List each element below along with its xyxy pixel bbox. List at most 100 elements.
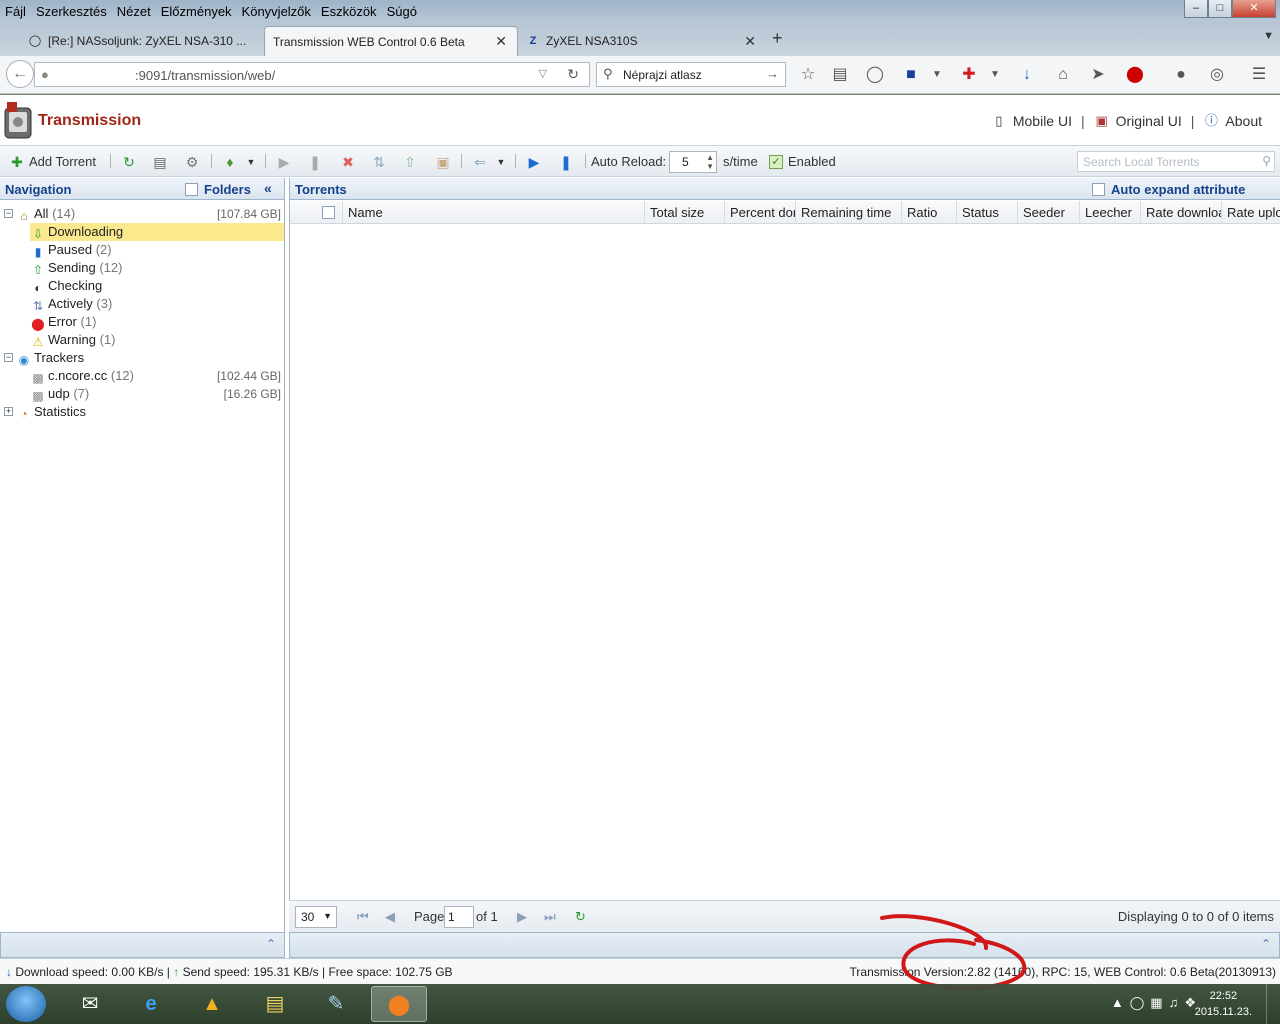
menu-bookmarks[interactable]: Könyvjelzők: [237, 4, 316, 19]
settings-gear-icon[interactable]: ⚙: [183, 153, 201, 171]
page-size-select[interactable]: 30 ▼: [295, 906, 337, 928]
tree-warning[interactable]: ⚠ Warning (1): [30, 331, 116, 349]
download-icon[interactable]: ↓: [1016, 64, 1038, 86]
plugins-icon[interactable]: ♦: [221, 153, 239, 171]
col-status[interactable]: Status: [957, 201, 1018, 224]
reannounce-icon[interactable]: ⇧: [401, 153, 419, 171]
menu-view[interactable]: Nézet: [112, 4, 156, 19]
recheck-icon[interactable]: ⇅: [370, 153, 388, 171]
expand-up-icon[interactable]: ⌃: [266, 937, 276, 951]
firefox-icon[interactable]: ⬤: [371, 986, 427, 1022]
tab-transmission[interactable]: Transmission WEB Control 0.6 Beta ✕: [264, 26, 518, 56]
col-remaining-time[interactable]: Remaining time: [796, 201, 902, 224]
menu-edit[interactable]: Szerkesztés: [31, 4, 112, 19]
reading-list-icon[interactable]: ▤: [829, 64, 851, 86]
tree-actively[interactable]: ⇅ Actively (3): [30, 295, 112, 313]
about-link[interactable]: About: [1225, 113, 1262, 129]
file-explorer-icon[interactable]: ▤: [247, 986, 303, 1022]
internet-explorer-icon[interactable]: e: [123, 986, 179, 1022]
addon-dropdown-icon[interactable]: ▼: [984, 64, 1006, 86]
tray-app-icon[interactable]: ◯: [1130, 995, 1151, 1010]
tree-all[interactable]: ⌂ All (14) [107.84 GB]: [16, 205, 284, 223]
plugins-dropdown-icon[interactable]: ▼: [242, 153, 260, 171]
history-dropdown-icon[interactable]: ▽: [539, 67, 547, 80]
enabled-checkbox[interactable]: ✓: [769, 155, 783, 169]
notes-app-icon[interactable]: ✎: [308, 986, 364, 1022]
col-rate-download[interactable]: Rate download: [1141, 201, 1222, 224]
tray-expand-icon[interactable]: ▲: [1111, 995, 1130, 1010]
speed-dropdown-icon[interactable]: ▼: [492, 153, 510, 171]
add-torrent-button[interactable]: Add Torrent: [29, 153, 96, 171]
close-window-button[interactable]: ✕: [1232, 0, 1276, 18]
original-ui-link[interactable]: Original UI: [1116, 113, 1182, 129]
adblock-icon[interactable]: ⬤: [1124, 64, 1146, 86]
tree-sending[interactable]: ⇧ Sending (12): [30, 259, 123, 277]
bookmark-star-icon[interactable]: ☆: [797, 64, 819, 86]
start-icon[interactable]: ▶: [275, 153, 293, 171]
back-button[interactable]: ←: [6, 60, 34, 88]
home-icon[interactable]: ⌂: [1052, 64, 1074, 86]
collapse-panel-icon[interactable]: «: [264, 180, 272, 196]
tab-zyxel[interactable]: Z ZyXEL NSA310S ✕: [518, 26, 766, 56]
reload-icon[interactable]: ↻: [567, 66, 579, 83]
prev-page-icon[interactable]: ◀: [385, 909, 395, 925]
col-rate-upload[interactable]: Rate upload: [1222, 201, 1280, 224]
maximize-button[interactable]: □: [1208, 0, 1232, 18]
speed-icon[interactable]: ⇐: [471, 153, 489, 171]
tab-list-chevron-icon[interactable]: ▼: [1263, 30, 1274, 42]
menu-file[interactable]: Fájl: [0, 4, 31, 19]
tree-tracker-ncore[interactable]: ▩ c.ncore.cc (12) [102.44 GB]: [30, 367, 284, 385]
start-all-icon[interactable]: ▶: [525, 153, 543, 171]
close-tab-icon[interactable]: ✕: [495, 33, 507, 50]
new-tab-icon[interactable]: +: [772, 28, 783, 49]
tree-tracker-udp[interactable]: ▩ udp (7) [16.26 GB]: [30, 385, 284, 403]
tree-downloading[interactable]: ⇩ Downloading: [30, 223, 284, 241]
site-info-icon[interactable]: ●: [41, 67, 49, 82]
hamburger-menu-icon[interactable]: ☰: [1248, 64, 1270, 86]
menu-tools[interactable]: Eszközök: [316, 4, 382, 19]
last-page-icon[interactable]: ⏭: [544, 909, 556, 925]
send-icon[interactable]: ➤: [1087, 64, 1109, 86]
refresh-icon[interactable]: ↻: [575, 909, 586, 925]
save-dropdown-icon[interactable]: ▼: [926, 64, 948, 86]
search-go-icon[interactable]: →: [766, 66, 779, 81]
menu-history[interactable]: Előzmények: [156, 4, 237, 19]
search-bar[interactable]: ⚲ Néprajzi atlasz →: [596, 62, 786, 87]
expand-up-icon[interactable]: ⌃: [1261, 937, 1271, 951]
first-aid-icon[interactable]: ✚: [958, 64, 980, 86]
trackers-toggle[interactable]: −: [4, 353, 13, 362]
first-page-icon[interactable]: ⏮: [357, 909, 369, 925]
refresh-icon[interactable]: ↻: [120, 153, 138, 171]
pause-icon[interactable]: ❚: [306, 153, 324, 171]
col-name[interactable]: Name: [343, 201, 645, 224]
tree-statistics[interactable]: ◔ Statistics: [16, 403, 86, 421]
tree-checking[interactable]: ◐ Checking: [30, 277, 102, 295]
tree-error[interactable]: ⬤ Error (1): [30, 313, 96, 331]
col-total-size[interactable]: Total size: [645, 201, 725, 224]
minimize-button[interactable]: –: [1184, 0, 1208, 18]
col-leecher[interactable]: Leecher: [1080, 201, 1141, 224]
close-tab-icon[interactable]: ✕: [744, 33, 756, 50]
chat-bubble-icon[interactable]: ●: [1170, 64, 1192, 86]
move-icon[interactable]: ▣: [434, 153, 452, 171]
network-icon[interactable]: ▦: [1150, 995, 1168, 1010]
tree-paused[interactable]: ▮ Paused (2): [30, 241, 112, 259]
volume-icon[interactable]: ♫: [1169, 995, 1185, 1010]
save-icon[interactable]: ■: [900, 64, 922, 86]
pause-all-icon[interactable]: ❚: [557, 153, 575, 171]
trash-icon[interactable]: ▤: [151, 153, 169, 171]
col-seeder[interactable]: Seeder: [1018, 201, 1080, 224]
search-local-input[interactable]: Search Local Torrents ⚲: [1077, 151, 1275, 172]
next-page-icon[interactable]: ▶: [517, 909, 527, 925]
page-input[interactable]: 1: [444, 906, 474, 928]
start-button[interactable]: [6, 986, 46, 1022]
tree-trackers[interactable]: ◉ Trackers: [16, 349, 84, 367]
collapse-all-toggle[interactable]: −: [4, 209, 13, 218]
statistics-toggle[interactable]: +: [4, 407, 13, 416]
col-ratio[interactable]: Ratio: [902, 201, 957, 224]
address-bar[interactable]: ● :9091/transmission/web/ ▽ ↻: [34, 62, 590, 87]
mobile-ui-link[interactable]: Mobile UI: [1013, 113, 1072, 129]
spinner-icon[interactable]: ▲ ▼: [706, 153, 714, 171]
auto-reload-input[interactable]: 5 ▲ ▼: [669, 151, 717, 173]
remove-icon[interactable]: ✖: [339, 153, 357, 171]
